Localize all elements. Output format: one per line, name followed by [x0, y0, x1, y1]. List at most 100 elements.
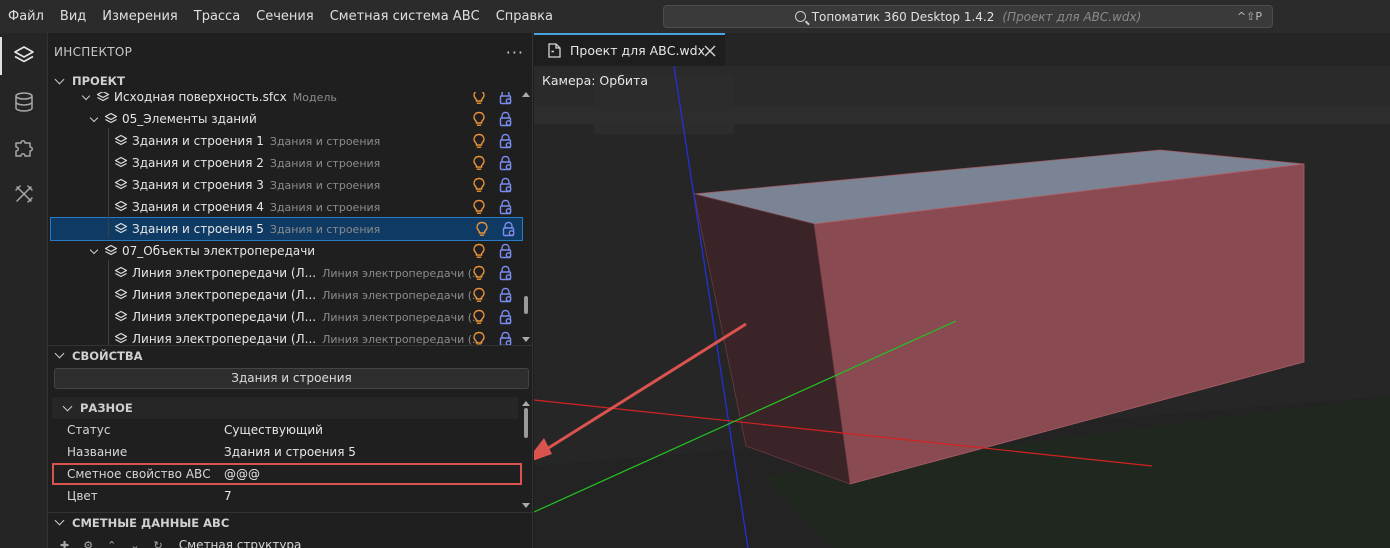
database-button[interactable] — [0, 79, 48, 125]
lock-icon[interactable] — [498, 92, 514, 105]
tree-scroll-up-icon[interactable] — [522, 92, 530, 97]
abc-toolbar: ✚ ⚙ ⌃ ⌄ ↻ Сметная структура — [60, 538, 301, 548]
project-section-header[interactable]: ПРОЕКТ — [48, 71, 532, 91]
tree-item-type: Здания и строения — [269, 156, 381, 170]
properties-section-header[interactable]: СВОЙСТВА — [48, 345, 532, 365]
menu-route[interactable]: Трасса — [186, 0, 248, 33]
property-row[interactable]: Название Здания и строения 5 — [52, 441, 518, 463]
tree-item-name: 07_Объекты электропередачи — [122, 244, 316, 258]
more-icon[interactable]: ··· — [506, 43, 524, 62]
inspector-title: ИНСПЕКТОР — [54, 45, 133, 59]
tree-item-type: Линия электропередачи (... — [322, 332, 483, 346]
lock-icon[interactable] — [498, 111, 514, 127]
command-center[interactable]: Топоматик 360 Desktop 1.4.2 (Проект для … — [663, 5, 1273, 28]
tab-project[interactable]: Проект для АВС.wdx — [534, 33, 725, 66]
property-value[interactable]: Здания и строения 5 — [224, 445, 356, 459]
extensions-button[interactable] — [0, 125, 48, 171]
lock-icon[interactable] — [498, 287, 514, 303]
menu-file[interactable]: Файл — [0, 0, 52, 33]
add-icon[interactable]: ✚ — [60, 539, 69, 548]
close-icon[interactable] — [704, 45, 716, 57]
props-scroll-up-icon[interactable] — [522, 401, 530, 406]
tree-item[interactable]: Исходная поверхность.sfcx Модель — [48, 92, 532, 108]
lock-icon[interactable] — [498, 265, 514, 281]
menu-abc-estimate[interactable]: Сметная система АВС — [322, 0, 488, 33]
lock-icon[interactable] — [498, 199, 514, 215]
chevron-up-icon[interactable]: ⌃ — [107, 539, 116, 548]
inspector-panel: ИНСПЕКТОР ··· ПРОЕКТ Исходная поверхност… — [48, 33, 533, 548]
lock-icon[interactable] — [498, 177, 514, 193]
tree-item-type: Здания и строения — [269, 222, 381, 236]
menu-view[interactable]: Вид — [52, 0, 94, 33]
tree-item[interactable]: Линия электропередачи (Л... Линия электро… — [48, 284, 532, 306]
settings-icon[interactable]: ⚙ — [83, 539, 93, 548]
lock-icon[interactable] — [501, 221, 517, 237]
chevron-down-icon[interactable]: ⌄ — [130, 539, 139, 548]
property-group-header[interactable]: РАЗНОЕ — [52, 397, 518, 419]
tree-item[interactable]: 05_Элементы зданий — [48, 108, 532, 130]
bulb-icon[interactable] — [472, 265, 486, 281]
bulb-icon[interactable] — [472, 309, 486, 325]
tree-item-name: Исходная поверхность.sfcx — [114, 92, 287, 104]
props-scroll-down-icon[interactable] — [522, 503, 530, 508]
lock-icon[interactable] — [498, 331, 514, 345]
property-row[interactable]: Статус Существующий — [52, 419, 518, 441]
tree-item[interactable]: Здания и строения 5 Здания и строения — [50, 217, 523, 241]
abc-structure-label[interactable]: Сметная структура — [179, 538, 302, 548]
layers-button[interactable] — [0, 33, 48, 79]
chevron-down-icon — [62, 401, 73, 411]
refresh-icon[interactable]: ↻ — [154, 539, 163, 548]
chevron-down-icon[interactable] — [89, 113, 99, 122]
bulb-icon[interactable] — [472, 111, 486, 127]
bulb-icon[interactable] — [472, 199, 486, 215]
properties-scrollbar[interactable] — [524, 408, 528, 438]
chevron-down-icon[interactable] — [89, 245, 99, 254]
tree-item[interactable]: 07_Объекты электропередачи — [48, 240, 532, 262]
menu-measurements[interactable]: Измерения — [94, 0, 185, 33]
tree-item-type: Здания и строения — [269, 200, 381, 214]
tree-item-type: Здания и строения — [269, 178, 381, 192]
layer-icon — [104, 244, 118, 256]
object-type-button[interactable]: Здания и строения — [54, 368, 529, 389]
tools-icon — [15, 185, 33, 203]
tree-item[interactable]: Линия электропередачи (Л... Линия электро… — [48, 306, 532, 328]
lock-icon[interactable] — [498, 243, 514, 259]
abc-data-section-header[interactable]: СМЕТНЫЕ ДАННЫЕ АВС — [48, 512, 532, 532]
layer-icon — [114, 134, 128, 146]
3d-viewport[interactable]: Камера: Орбита — [534, 66, 1390, 548]
tree-item[interactable]: Здания и строения 1 Здания и строения — [48, 130, 532, 152]
tree-item[interactable]: Здания и строения 4 Здания и строения — [48, 196, 532, 218]
bulb-icon[interactable] — [472, 92, 486, 105]
tree-item-name: Здания и строения 2 — [132, 156, 264, 170]
tree-item[interactable]: Линия электропередачи (Л... Линия электро… — [48, 328, 532, 346]
bulb-icon[interactable] — [472, 243, 486, 259]
tools-button[interactable] — [0, 171, 48, 217]
tree-item[interactable]: Здания и строения 2 Здания и строения — [48, 152, 532, 174]
property-row[interactable]: Цвет 7 — [52, 485, 518, 507]
menu-help[interactable]: Справка — [488, 0, 561, 33]
bulb-icon[interactable] — [472, 155, 486, 171]
tree-scrollbar[interactable] — [524, 296, 528, 314]
tree-item-name: Линия электропередачи (Л... — [132, 288, 317, 302]
bulb-icon[interactable] — [472, 287, 486, 303]
chevron-down-icon[interactable] — [81, 92, 91, 100]
layer-icon — [114, 266, 128, 278]
bulb-icon[interactable] — [472, 177, 486, 193]
bulb-icon[interactable] — [472, 133, 486, 149]
property-value[interactable]: 7 — [224, 489, 232, 503]
layers-icon — [14, 46, 34, 63]
tree-item-name: Здания и строения 1 — [132, 134, 264, 148]
tree-item[interactable]: Здания и строения 3 Здания и строения — [48, 174, 532, 196]
bulb-icon[interactable] — [475, 221, 489, 237]
editor-tab-bar: Проект для АВС.wdx — [534, 33, 1390, 66]
tree-item[interactable]: Линия электропередачи (Л... Линия электро… — [48, 262, 532, 284]
tree-scroll-down-icon[interactable] — [522, 337, 530, 342]
lock-icon[interactable] — [498, 155, 514, 171]
bulb-icon[interactable] — [472, 331, 486, 345]
lock-icon[interactable] — [498, 309, 514, 325]
property-value[interactable]: Существующий — [224, 423, 323, 437]
lock-icon[interactable] — [498, 133, 514, 149]
menu-sections[interactable]: Сечения — [248, 0, 322, 33]
property-name: Название — [67, 445, 128, 459]
layer-icon — [114, 222, 128, 234]
